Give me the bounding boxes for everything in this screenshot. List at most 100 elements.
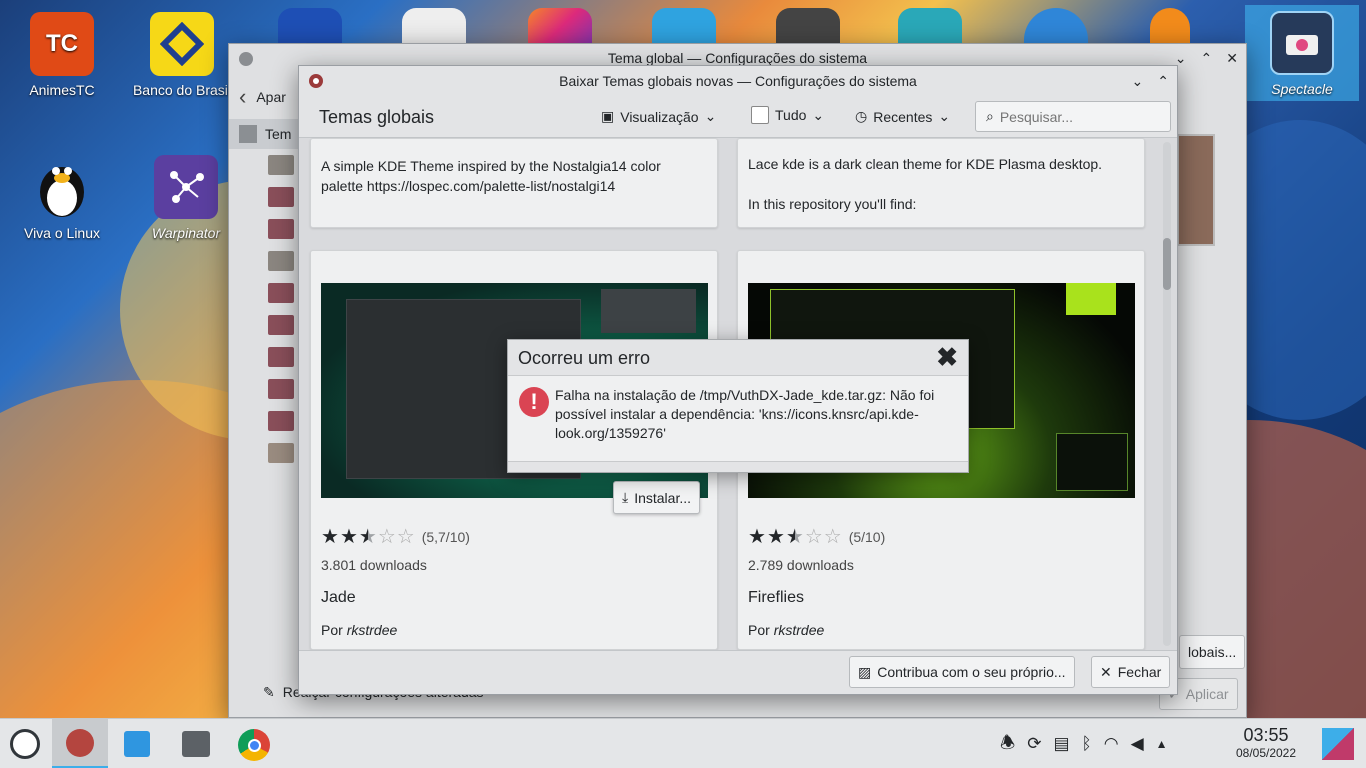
theme-icon [239,125,257,143]
back-nav-label: Apar [256,89,286,105]
search-field[interactable]: ⌕ [975,101,1171,132]
rating: ★ ★ ★ ☆ ☆ (5,7/10) [321,527,470,547]
error-dialog-footer [508,461,968,472]
download-icon: ⤓ [622,489,629,505]
install-button[interactable]: ⤓ Instalar... [613,481,701,514]
back-nav[interactable]: ‹ Apar [239,84,286,110]
star-empty-icon: ☆ [804,526,823,548]
star-full-icon: ★ [321,526,339,548]
close-icon[interactable]: ✕ [1226,50,1238,67]
star-full-icon: ★ [748,526,766,548]
spectacle-icon [1270,11,1334,75]
desktop-icon-blue[interactable] [278,8,342,48]
system-settings-icon[interactable] [52,719,108,768]
chevron-down-icon: ⌄ [938,108,951,124]
sidebar-item-theme[interactable]: Tem [229,119,299,149]
star-empty-icon: ☆ [396,526,415,548]
download-window-titlebar[interactable]: Baixar Temas globais novas — Configuraçõ… [299,66,1177,96]
close-icon[interactable]: ✖ [936,342,958,373]
error-dialog-title: Ocorreu um erro [518,348,651,368]
close-icon: ✕ [1100,663,1112,680]
star-empty-icon: ☆ [823,526,842,548]
close-button[interactable]: ✕ Fechar [1091,656,1171,688]
sidebar-row[interactable] [268,379,294,399]
desktop-icon-paper[interactable] [402,8,466,48]
taskbar: 🕭 ⟳ ▤ ᛒ ◠ ◀ ▲ 03:55 08/05/2022 [0,718,1366,768]
error-dialog-titlebar[interactable]: Ocorreu um erro ✖ [508,340,968,376]
sidebar-item-label: Tem [265,126,292,142]
volume-icon[interactable]: ◀ [1131,734,1144,754]
rating-text: (5,7/10) [421,529,470,545]
show-desktop-icon[interactable] [1322,728,1354,760]
pen-icon: ✎ [263,684,275,700]
wifi-icon[interactable]: ◠ [1104,734,1119,754]
sidebar-row[interactable] [268,315,294,335]
sidebar-row[interactable] [268,251,294,271]
minimize-icon[interactable]: ⌄ [1175,50,1187,67]
clock-icon: ◷ [855,108,868,124]
vlc-icon[interactable] [1150,8,1190,48]
desktop-icon-viva-linux[interactable]: Viva o Linux [7,155,117,241]
expand-tray-icon[interactable]: ▲ [1156,737,1168,751]
theme-description: A simple KDE Theme inspired by the Nosta… [321,158,661,194]
sidebar-row[interactable] [268,411,294,431]
back-preview-image [1177,134,1215,246]
scrollbar[interactable] [1163,142,1171,646]
clipboard-icon[interactable]: ▤ [1053,734,1069,754]
discover-icon[interactable] [124,731,150,757]
desktop-icon-wifi[interactable] [652,8,716,48]
download-window-title: Baixar Temas globais novas — Configuraçõ… [559,73,917,89]
back-window-controls: ⌄ ⌃ ✕ [1175,44,1238,72]
settings-app-icon [309,74,323,88]
launcher-icon[interactable] [10,729,40,759]
back-window-title: Tema global — Configurações do sistema [607,50,868,66]
theme-card[interactable]: Lace kde is a dark clean theme for KDE P… [737,138,1145,228]
scrollbar-handle[interactable] [1163,238,1171,290]
theme-name: Jade [321,589,356,606]
desktop-icon-banco-brasil[interactable]: Banco do Brasil [132,12,232,98]
sidebar-row[interactable] [268,283,294,303]
theme-name: Fireflies [748,589,805,606]
theme-description-more: In this repository you'll find: [748,196,917,212]
sidebar-row[interactable] [268,219,294,239]
notifications-icon[interactable]: 🕭 [1000,730,1015,759]
instagram-icon[interactable] [528,8,592,48]
clock[interactable]: 03:55 08/05/2022 [1224,725,1308,760]
error-icon: ! [519,387,549,417]
sidebar-row[interactable] [268,187,294,207]
chrome-icon[interactable] [238,729,270,761]
error-dialog: Ocorreu um erro ✖ ! Falha na instalação … [507,339,969,473]
maximize-icon[interactable]: ⌃ [1201,50,1213,67]
sort-dropdown[interactable]: ◷ Recentes ⌄ [855,108,950,125]
desktop-icon-spectacle[interactable]: Spectacle [1245,5,1359,101]
search-input[interactable] [999,108,1150,125]
maximize-icon[interactable]: ⌃ [1157,73,1169,90]
get-new-themes-button[interactable]: lobais... [1179,635,1246,669]
downloads-count: 3.801 downloads [321,557,427,573]
layers-icon[interactable] [898,8,962,48]
desktop-icon-label: Viva o Linux [23,225,100,241]
chevron-down-icon: ⌄ [704,108,717,124]
chevron-down-icon: ⌄ [812,106,825,123]
bluetooth-icon[interactable]: ᛒ [1082,734,1092,754]
image-icon: ▣ [601,108,615,124]
contribute-button[interactable]: ▨ Contribua com o seu próprio... [849,656,1075,688]
filter-checkbox[interactable] [751,106,769,124]
desktop-icon-warpinator[interactable]: Warpinator [131,155,241,241]
desktop-icon-animestc[interactable]: TC AnimesTC [7,12,117,98]
filter-dropdown[interactable]: Tudo ⌄ [751,106,824,124]
updates-icon[interactable]: ⟳ [1027,734,1041,754]
desktop-icon-ab[interactable] [1024,8,1088,48]
theme-card[interactable]: A simple KDE Theme inspired by the Nosta… [310,138,718,228]
file-manager-icon[interactable] [182,731,210,757]
minimize-icon[interactable]: ⌄ [1132,73,1144,90]
tux-icon [30,155,94,219]
back-arrow-icon: ‹ [239,84,247,109]
rating: ★ ★ ★ ☆ ☆ (5/10) [748,527,885,547]
sidebar-row[interactable] [268,347,294,367]
view-dropdown[interactable]: ▣ Visualização ⌄ [601,108,716,125]
sidebar-row[interactable] [268,443,294,463]
sidebar-row[interactable] [268,155,294,175]
star-full-icon: ★ [766,526,785,548]
terminal-icon[interactable] [776,8,840,48]
